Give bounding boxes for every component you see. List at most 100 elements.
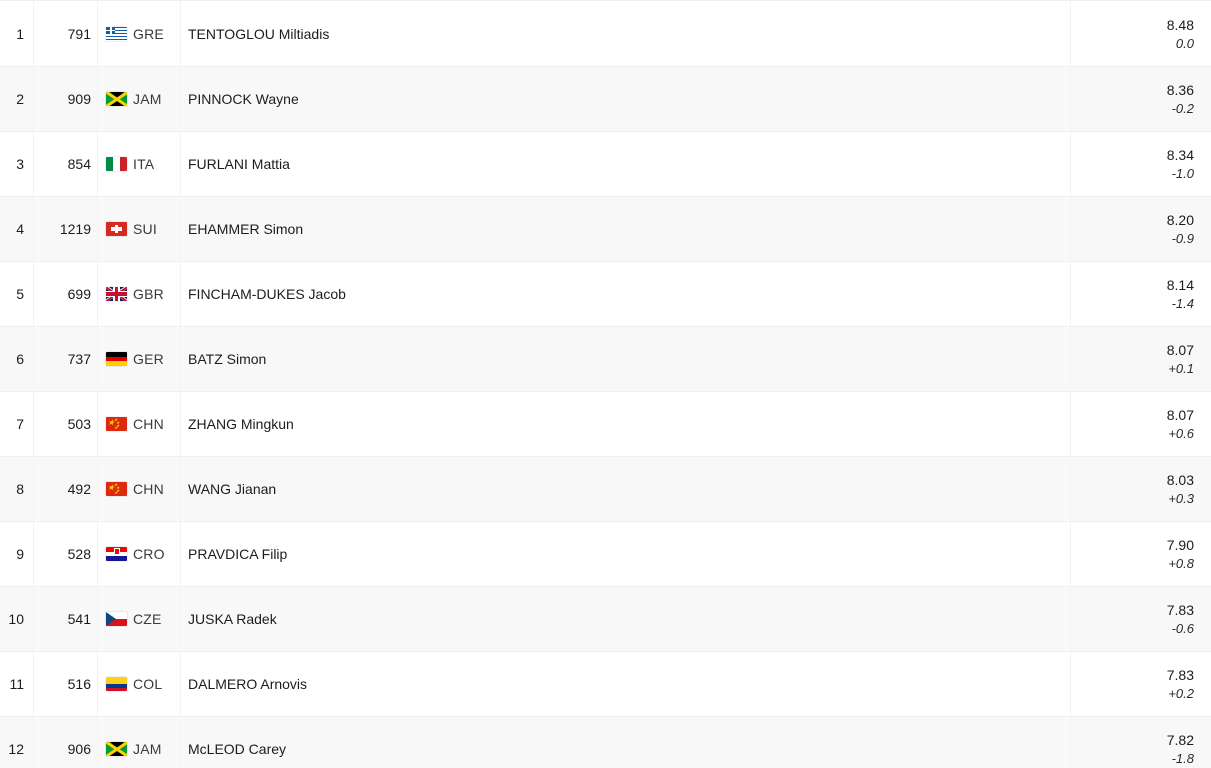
column-divider: [33, 1, 34, 66]
result-mark: 8.48: [1166, 16, 1194, 33]
result-cell: 8.34 -1.0: [1070, 147, 1211, 181]
country-code: JAM: [133, 91, 162, 107]
athlete-name-cell[interactable]: BATZ Simon: [180, 351, 1070, 367]
athlete-name-cell[interactable]: JUSKA Radek: [180, 611, 1070, 627]
country-cell: ★ ★ ★ ★ ★ CHN: [97, 481, 180, 497]
country-code: ITA: [133, 156, 155, 172]
column-divider: [180, 457, 181, 521]
bib-cell: 854: [67, 156, 91, 172]
country-cell: GRE: [97, 26, 180, 42]
column-divider: [33, 587, 34, 651]
table-row[interactable]: 2 909 JAM PINNOCK Wayne 8.36 -0.2: [0, 66, 1211, 131]
column-divider: [33, 132, 34, 196]
table-row[interactable]: 11 516 COL DALMERO Arnovis 7.83 +0.2: [0, 651, 1211, 716]
result-wind: +0.6: [1168, 426, 1194, 441]
column-divider: [1070, 197, 1071, 261]
country-code: GBR: [133, 286, 164, 302]
column-divider: [1070, 262, 1071, 326]
column-divider: [180, 652, 181, 716]
table-row[interactable]: 9 528 CRO PRAVDICA Filip 7.90 +0.8: [0, 521, 1211, 586]
table-row[interactable]: 6 737 GER BATZ Simon 8.07 +0.1: [0, 326, 1211, 391]
table-row[interactable]: 1 791 GRE TENTOGLOU Miltiadis 8.48 0.0: [0, 1, 1211, 66]
colombia-flag-icon: [106, 677, 127, 691]
bib-cell: 492: [67, 481, 91, 497]
result-wind: -1.8: [1171, 751, 1194, 766]
rank-cell: 2: [16, 91, 24, 107]
result-cell: 7.83 -0.6: [1070, 602, 1211, 636]
column-divider: [1070, 392, 1071, 456]
column-divider: [180, 392, 181, 456]
result-cell: 8.07 +0.1: [1070, 342, 1211, 376]
athlete-name-cell[interactable]: WANG Jianan: [180, 481, 1070, 497]
column-divider: [180, 197, 181, 261]
result-mark: 8.07: [1166, 407, 1194, 423]
table-row[interactable]: 12 906 JAM McLEOD Carey 7.82 -1.8: [0, 716, 1211, 768]
country-code: GER: [133, 351, 164, 367]
country-cell: ITA: [97, 156, 180, 172]
column-divider: [97, 717, 98, 768]
rank-cell: 4: [16, 221, 24, 237]
result-wind: -1.4: [1171, 296, 1194, 311]
column-divider: [180, 587, 181, 651]
athlete-name-cell[interactable]: FINCHAM-DUKES Jacob: [180, 286, 1070, 302]
result-wind: +0.3: [1168, 491, 1194, 506]
croatia-flag-icon: [106, 547, 127, 561]
result-wind: +0.1: [1168, 361, 1194, 376]
result-mark: 8.14: [1166, 277, 1194, 293]
column-divider: [33, 262, 34, 326]
bib-cell: 909: [67, 91, 91, 107]
table-row[interactable]: 3 854 ITA FURLANI Mattia 8.34 -1.0: [0, 131, 1211, 196]
column-divider: [33, 717, 34, 768]
athlete-name-cell[interactable]: McLEOD Carey: [180, 741, 1070, 757]
country-cell: CZE: [97, 611, 180, 627]
result-mark: 7.82: [1166, 732, 1194, 748]
table-row[interactable]: 4 1219 SUI EHAMMER Simon 8.20 -0.9: [0, 196, 1211, 261]
country-code: COL: [133, 676, 163, 692]
column-divider: [180, 522, 181, 586]
table-row[interactable]: 10 541 CZE JUSKA Radek 7.83 -0.6: [0, 586, 1211, 651]
result-cell: 8.07 +0.6: [1070, 407, 1211, 441]
athlete-name-cell[interactable]: DALMERO Arnovis: [180, 676, 1070, 692]
athlete-name-cell[interactable]: EHAMMER Simon: [180, 221, 1070, 237]
column-divider: [180, 132, 181, 196]
country-code: GRE: [133, 25, 164, 42]
rank-cell: 8: [16, 481, 24, 497]
athlete-name-cell[interactable]: TENTOGLOU Miltiadis: [180, 26, 1070, 42]
athlete-name-cell[interactable]: PRAVDICA Filip: [180, 546, 1070, 562]
country-code: CRO: [133, 546, 165, 562]
table-row[interactable]: 8 492 ★ ★ ★ ★ ★ CHN WANG Jianan 8.03 +0.3: [0, 456, 1211, 521]
country-code: JAM: [133, 741, 162, 757]
country-cell: GBR: [97, 286, 180, 302]
switzerland-flag-icon: [106, 222, 127, 236]
bib-cell: 1219: [59, 221, 91, 237]
bib-cell: 737: [67, 351, 91, 367]
column-divider: [97, 587, 98, 651]
result-wind: 0.0: [1175, 35, 1194, 51]
result-mark: 8.34: [1166, 147, 1194, 163]
column-divider: [180, 327, 181, 391]
athlete-name-cell[interactable]: FURLANI Mattia: [180, 156, 1070, 172]
bib-cell: 791: [67, 25, 91, 42]
result-mark: 8.20: [1166, 212, 1194, 228]
athlete-name-cell[interactable]: PINNOCK Wayne: [180, 91, 1070, 107]
result-cell: 7.90 +0.8: [1070, 537, 1211, 571]
column-divider: [97, 197, 98, 261]
table-row[interactable]: 7 503 ★ ★ ★ ★ ★ CHN ZHANG Mingkun 8.07 +0.6: [0, 391, 1211, 456]
result-cell: 8.14 -1.4: [1070, 277, 1211, 311]
table-row[interactable]: 5 699 GBR FINCHAM-DUKES Jacob 8.14 -1.4: [0, 261, 1211, 326]
column-divider: [33, 197, 34, 261]
country-code: CZE: [133, 611, 162, 627]
country-cell: JAM: [97, 741, 180, 757]
column-divider: [1070, 457, 1071, 521]
column-divider: [180, 262, 181, 326]
result-cell: 7.82 -1.8: [1070, 732, 1211, 766]
result-mark: 8.07: [1166, 342, 1194, 358]
athlete-name-cell[interactable]: ZHANG Mingkun: [180, 416, 1070, 432]
bib-cell: 503: [67, 416, 91, 432]
czechia-flag-icon: [106, 612, 127, 626]
rank-cell: 1: [16, 25, 24, 42]
column-divider: [33, 67, 34, 131]
country-code: SUI: [133, 221, 157, 237]
country-cell: GER: [97, 351, 180, 367]
column-divider: [1070, 132, 1071, 196]
